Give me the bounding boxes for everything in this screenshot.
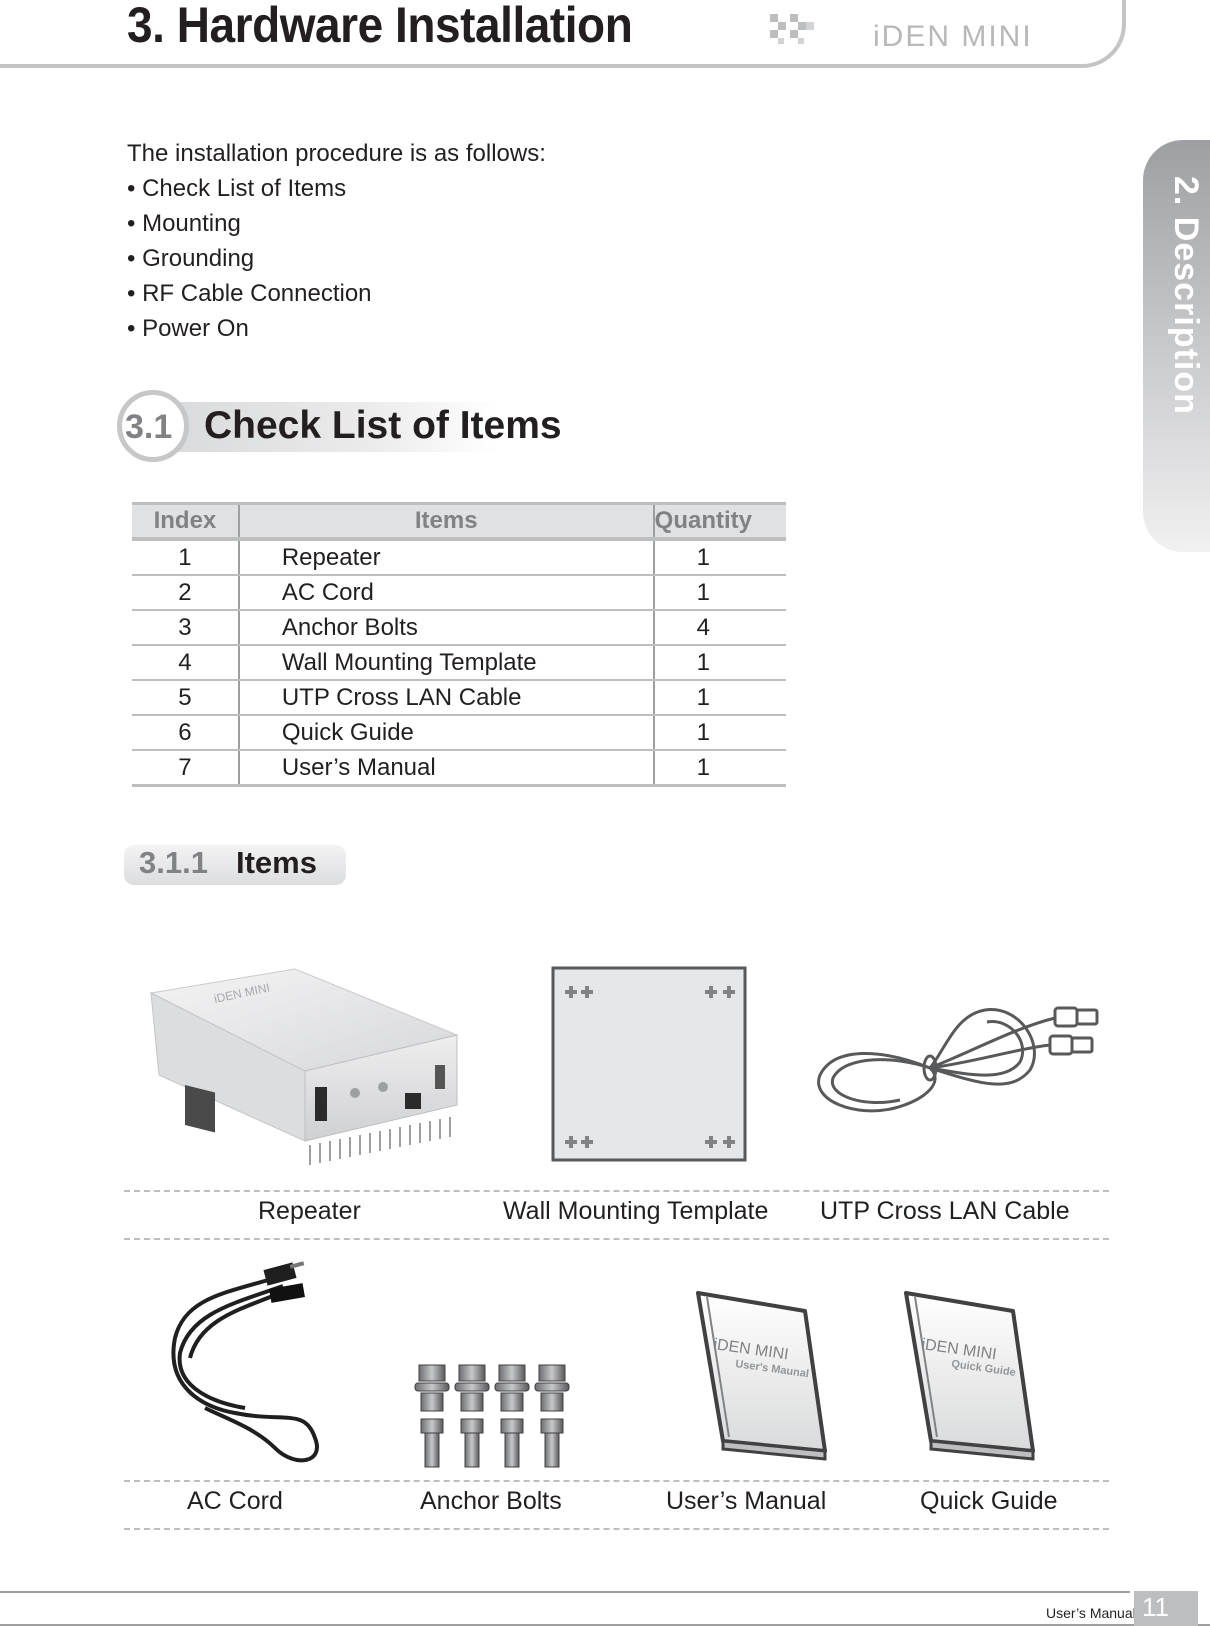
gallery-divider bbox=[124, 1528, 1109, 1530]
cell-index: 1 bbox=[132, 539, 240, 576]
cell-item: Repeater bbox=[238, 539, 655, 576]
brand-logo: iDEN MINI bbox=[873, 20, 1033, 53]
table-row: 4 Wall Mounting Template 1 bbox=[132, 645, 786, 681]
gallery-divider bbox=[124, 1480, 1109, 1482]
anchor-bolt bbox=[534, 1364, 570, 1468]
footer-rule bbox=[0, 1591, 1130, 1593]
cell-quantity: 4 bbox=[653, 610, 786, 646]
cell-quantity: 1 bbox=[653, 575, 786, 611]
caption-anchor-bolts: Anchor Bolts bbox=[420, 1487, 562, 1515]
anchor-bolts-image bbox=[414, 1364, 570, 1468]
side-tab-label: 2. Description bbox=[1167, 176, 1205, 415]
repeater-image: iDEN MINI bbox=[149, 968, 459, 1165]
cell-item: Quick Guide bbox=[238, 715, 655, 751]
caption-utp-cable: UTP Cross LAN Cable bbox=[820, 1197, 1070, 1225]
cell-quantity: 1 bbox=[653, 680, 786, 716]
table-row: 6 Quick Guide 1 bbox=[132, 715, 786, 751]
cell-index: 6 bbox=[132, 715, 240, 751]
cell-index: 4 bbox=[132, 645, 240, 681]
procedure-step: Check List of Items bbox=[127, 171, 546, 206]
cell-item: Anchor Bolts bbox=[238, 610, 655, 646]
chapter-title: 3. Hardware Installation bbox=[127, 0, 633, 53]
table-row: 1 Repeater 1 bbox=[132, 539, 786, 576]
cell-quantity: 1 bbox=[653, 645, 786, 681]
users-manual-image: iDEN MINI User's Maunal bbox=[696, 1291, 827, 1461]
section-number: 3.1 bbox=[125, 408, 173, 446]
table-row: 3 Anchor Bolts 4 bbox=[132, 610, 786, 646]
table-row: 7 User’s Manual 1 bbox=[132, 750, 786, 787]
cell-quantity: 1 bbox=[653, 715, 786, 751]
table-row: 5 UTP Cross LAN Cable 1 bbox=[132, 680, 786, 716]
cell-item: Wall Mounting Template bbox=[238, 645, 655, 681]
table-row: 2 AC Cord 1 bbox=[132, 575, 786, 611]
table-header-row: Index Items Quantity bbox=[132, 503, 786, 539]
wall-mounting-template-image bbox=[551, 966, 747, 1162]
cell-index: 5 bbox=[132, 680, 240, 716]
page-number: 11 bbox=[1134, 1591, 1198, 1626]
column-header-quantity: Quantity bbox=[654, 507, 752, 534]
footer-doc-label: User’s Manual bbox=[1046, 1605, 1136, 1621]
ac-cord-image bbox=[171, 1261, 319, 1463]
utp-cable-image bbox=[817, 1006, 1099, 1113]
procedure-step: Power On bbox=[127, 311, 546, 346]
procedure-step: RF Cable Connection bbox=[127, 276, 546, 311]
column-header-items: Items bbox=[238, 503, 655, 539]
checklist-table: Index Items Quantity 1 Repeater 1 2 AC Cord… bbox=[132, 502, 786, 787]
cell-quantity: 1 bbox=[653, 750, 786, 787]
caption-users-manual: User’s Manual bbox=[666, 1487, 827, 1515]
double-chevron-right-icon bbox=[770, 14, 814, 44]
caption-ac-cord: AC Cord bbox=[187, 1487, 283, 1515]
gallery-divider bbox=[124, 1190, 1109, 1192]
intro-block: The installation procedure is as follows… bbox=[127, 136, 546, 346]
caption-quick-guide: Quick Guide bbox=[920, 1487, 1058, 1515]
caption-repeater: Repeater bbox=[258, 1197, 361, 1225]
anchor-bolt bbox=[454, 1364, 490, 1468]
quick-guide-image: iDEN MINI Quick Guide bbox=[904, 1291, 1035, 1461]
procedure-step: Grounding bbox=[127, 241, 546, 276]
intro-lead: The installation procedure is as follows… bbox=[127, 140, 546, 167]
caption-wall-mounting-template: Wall Mounting Template bbox=[503, 1197, 769, 1225]
anchor-bolt bbox=[494, 1364, 530, 1468]
subsection-title: Items bbox=[236, 845, 317, 880]
cell-index: 3 bbox=[132, 610, 240, 646]
procedure-step: Mounting bbox=[127, 206, 546, 241]
cell-item: User’s Manual bbox=[238, 750, 655, 787]
gallery-divider bbox=[124, 1238, 1109, 1240]
section-title: Check List of Items bbox=[204, 404, 562, 447]
cell-index: 2 bbox=[132, 575, 240, 611]
cell-index: 7 bbox=[132, 750, 240, 787]
column-header-index: Index bbox=[132, 503, 240, 539]
cell-quantity: 1 bbox=[653, 539, 786, 576]
cell-item: AC Cord bbox=[238, 575, 655, 611]
anchor-bolt bbox=[414, 1364, 450, 1468]
cell-item: UTP Cross LAN Cable bbox=[238, 680, 655, 716]
procedure-list: Check List of Items Mounting Grounding R… bbox=[127, 171, 546, 346]
subsection-number: 3.1.1 bbox=[139, 845, 208, 880]
